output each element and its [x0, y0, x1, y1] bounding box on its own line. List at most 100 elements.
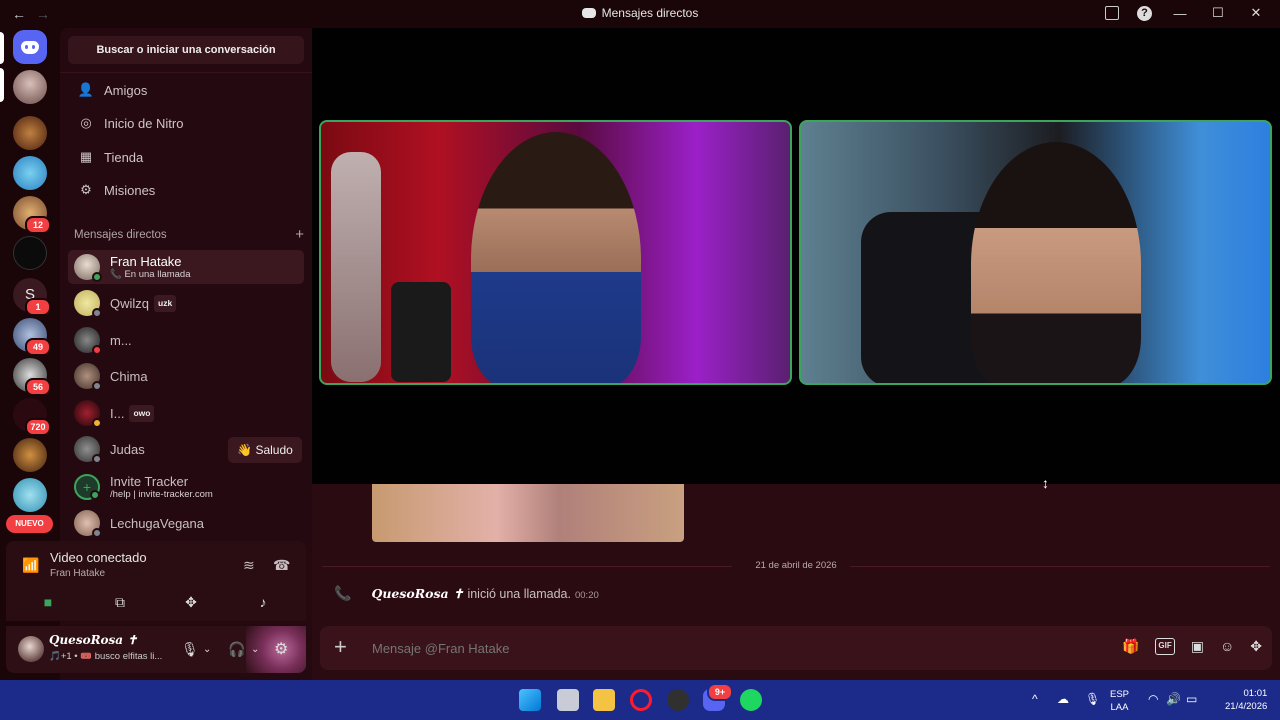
- shop-icon: ▦: [79, 149, 93, 164]
- help-button[interactable]: ?: [1137, 5, 1152, 21]
- server-icon[interactable]: [13, 478, 47, 512]
- mention-badge: 1: [25, 298, 51, 316]
- inbox-icon[interactable]: [1105, 6, 1119, 20]
- cloud-icon[interactable]: ☁: [1057, 692, 1069, 706]
- dm-avatar-server[interactable]: [13, 70, 47, 104]
- dm-name: Invite Tracker: [110, 474, 189, 489]
- server-icon[interactable]: [13, 156, 47, 190]
- windows-start-icon[interactable]: [519, 689, 541, 711]
- user-avatar[interactable]: [18, 636, 44, 662]
- gear-icon[interactable]: ⚙: [274, 639, 288, 659]
- video-tile-quesorosa[interactable]: [799, 120, 1272, 385]
- server-icon[interactable]: 49: [13, 318, 51, 356]
- chevron-down-icon[interactable]: ⌄: [203, 644, 211, 655]
- chevron-up-icon[interactable]: ^: [1032, 692, 1038, 706]
- discord-taskbar-icon[interactable]: 9+: [703, 683, 733, 711]
- dm-item-m[interactable]: m...: [68, 323, 304, 357]
- server-icon[interactable]: 56: [13, 358, 51, 396]
- headphones-icon[interactable]: 🎧: [228, 641, 245, 658]
- nav-shop[interactable]: ▦ Tienda: [68, 142, 304, 172]
- sticker-icon[interactable]: ▣: [1191, 638, 1204, 655]
- window-title-text: Mensajes directos: [601, 6, 699, 20]
- status-idle: [92, 418, 102, 428]
- microphone-tray-icon[interactable]: 🎙: [1085, 692, 1100, 706]
- call-started-message: 📞 QuesoRosa ✝ inició una llamada. 00:20: [334, 585, 599, 602]
- clock[interactable]: 01:01 21/4/2026: [1225, 687, 1267, 713]
- windows-taskbar: 9+ ^ ☁ 🎙 ESP LAA ◠ 🔊 ▭ 01:01 21/4/2026: [0, 680, 1280, 720]
- resize-cursor-icon: ↕: [1042, 475, 1049, 491]
- minimize-button[interactable]: —: [1170, 6, 1190, 21]
- dm-header-label: Mensajes directos: [74, 229, 167, 241]
- home-indicator: [0, 32, 4, 64]
- opera-icon[interactable]: [630, 689, 652, 711]
- main-area: ↕ 21 de abril de 2026 📞 QuesoRosa ✝ inició…: [312, 28, 1280, 680]
- server-icon[interactable]: [13, 116, 47, 150]
- video-call-area: [312, 28, 1280, 484]
- voice-channel[interactable]: Fran Hatake: [50, 568, 105, 579]
- volume-icon[interactable]: 🔊: [1166, 692, 1181, 706]
- spotify-icon[interactable]: [740, 689, 762, 711]
- discord-icon: [581, 8, 596, 18]
- gif-embed[interactable]: [372, 484, 684, 542]
- clan-tag: owo: [129, 404, 155, 422]
- gift-icon[interactable]: 🎁: [1122, 638, 1139, 655]
- nav-nitro[interactable]: ◎ Inicio de Nitro: [68, 108, 304, 138]
- message-author[interactable]: QuesoRosa ✝: [371, 586, 463, 601]
- server-icon[interactable]: [13, 438, 47, 472]
- app-icon[interactable]: [667, 689, 689, 711]
- mention-badge: 49: [25, 338, 51, 356]
- maximize-button[interactable]: ☐: [1208, 5, 1228, 21]
- camera-button[interactable]: ■: [18, 589, 78, 615]
- server-icon[interactable]: 12: [13, 196, 51, 234]
- server-icon[interactable]: 720: [13, 398, 51, 436]
- user-panel: QuesoRosa ✝ 🎵+1 • 🎟️ busco elfitas li...…: [6, 626, 306, 673]
- wave-hello-button[interactable]: 👋 Saludo: [228, 437, 302, 463]
- dm-item-lechugavegana[interactable]: LechugaVegana: [68, 506, 304, 540]
- nav-quests[interactable]: ⚙ Misiones: [68, 175, 304, 205]
- emoji-icon[interactable]: ☺: [1220, 638, 1234, 655]
- chevron-down-icon[interactable]: ⌄: [251, 644, 259, 655]
- dm-subtext: /help | invite-tracker.com: [110, 489, 213, 500]
- language-indicator[interactable]: ESP LAA: [1110, 688, 1129, 714]
- file-explorer-icon[interactable]: [593, 689, 615, 711]
- noise-suppression-icon[interactable]: ≋: [243, 557, 255, 574]
- quests-icon: ⚙: [80, 182, 92, 197]
- search-conversation-button[interactable]: Buscar o iniciar una conversación: [68, 36, 304, 64]
- soundboard-button[interactable]: ♪: [233, 589, 293, 615]
- screen-share-icon: ⧉: [115, 593, 125, 610]
- battery-icon[interactable]: ▭: [1186, 692, 1197, 706]
- bottle-shape: [331, 152, 381, 382]
- status-offline: [92, 454, 102, 464]
- dm-item-invite-tracker[interactable]: + Invite Tracker/help | invite-tracker.c…: [68, 470, 304, 504]
- message-input[interactable]: [372, 636, 1072, 660]
- wifi-icon[interactable]: ◠: [1148, 692, 1158, 706]
- activities-button[interactable]: ✥: [161, 589, 221, 615]
- date-divider: 21 de abril de 2026: [322, 558, 1270, 574]
- dm-name: LechugaVegana: [110, 515, 204, 531]
- create-dm-button[interactable]: +: [295, 227, 304, 242]
- dm-indicator: [0, 68, 4, 102]
- disconnect-icon[interactable]: ☎: [273, 557, 290, 574]
- server-icon[interactable]: S1: [13, 278, 51, 316]
- dm-item-fran-hatake[interactable]: Fran Hatake 📞 En una llamada: [68, 250, 304, 284]
- nav-friends[interactable]: 👤 Amigos: [68, 75, 304, 105]
- dm-name: Chima: [110, 368, 148, 384]
- dm-subtext: 📞 En una llamada: [110, 269, 191, 280]
- new-badge[interactable]: NUEVO: [6, 515, 53, 533]
- gif-button[interactable]: GIF: [1155, 638, 1175, 655]
- dm-item-i[interactable]: I... owo: [68, 396, 304, 430]
- dm-item-chima[interactable]: Chima: [68, 359, 304, 393]
- user-name[interactable]: QuesoRosa ✝: [49, 633, 137, 647]
- nitro-icon: ◎: [80, 115, 92, 130]
- attach-button[interactable]: +: [334, 636, 347, 658]
- mention-badge: 720: [25, 418, 51, 436]
- server-icon[interactable]: [13, 236, 47, 270]
- screen-share-button[interactable]: ⧉: [90, 589, 150, 615]
- microphone-icon[interactable]: 🎙: [181, 641, 199, 658]
- home-button[interactable]: [13, 30, 47, 64]
- apps-icon[interactable]: ✥: [1250, 638, 1262, 655]
- close-button[interactable]: ✕: [1246, 5, 1266, 21]
- dm-item-qwilzq[interactable]: Qwilzq uzk: [68, 286, 304, 320]
- task-view-icon[interactable]: [557, 689, 579, 711]
- video-tile-fran-hatake[interactable]: [319, 120, 792, 385]
